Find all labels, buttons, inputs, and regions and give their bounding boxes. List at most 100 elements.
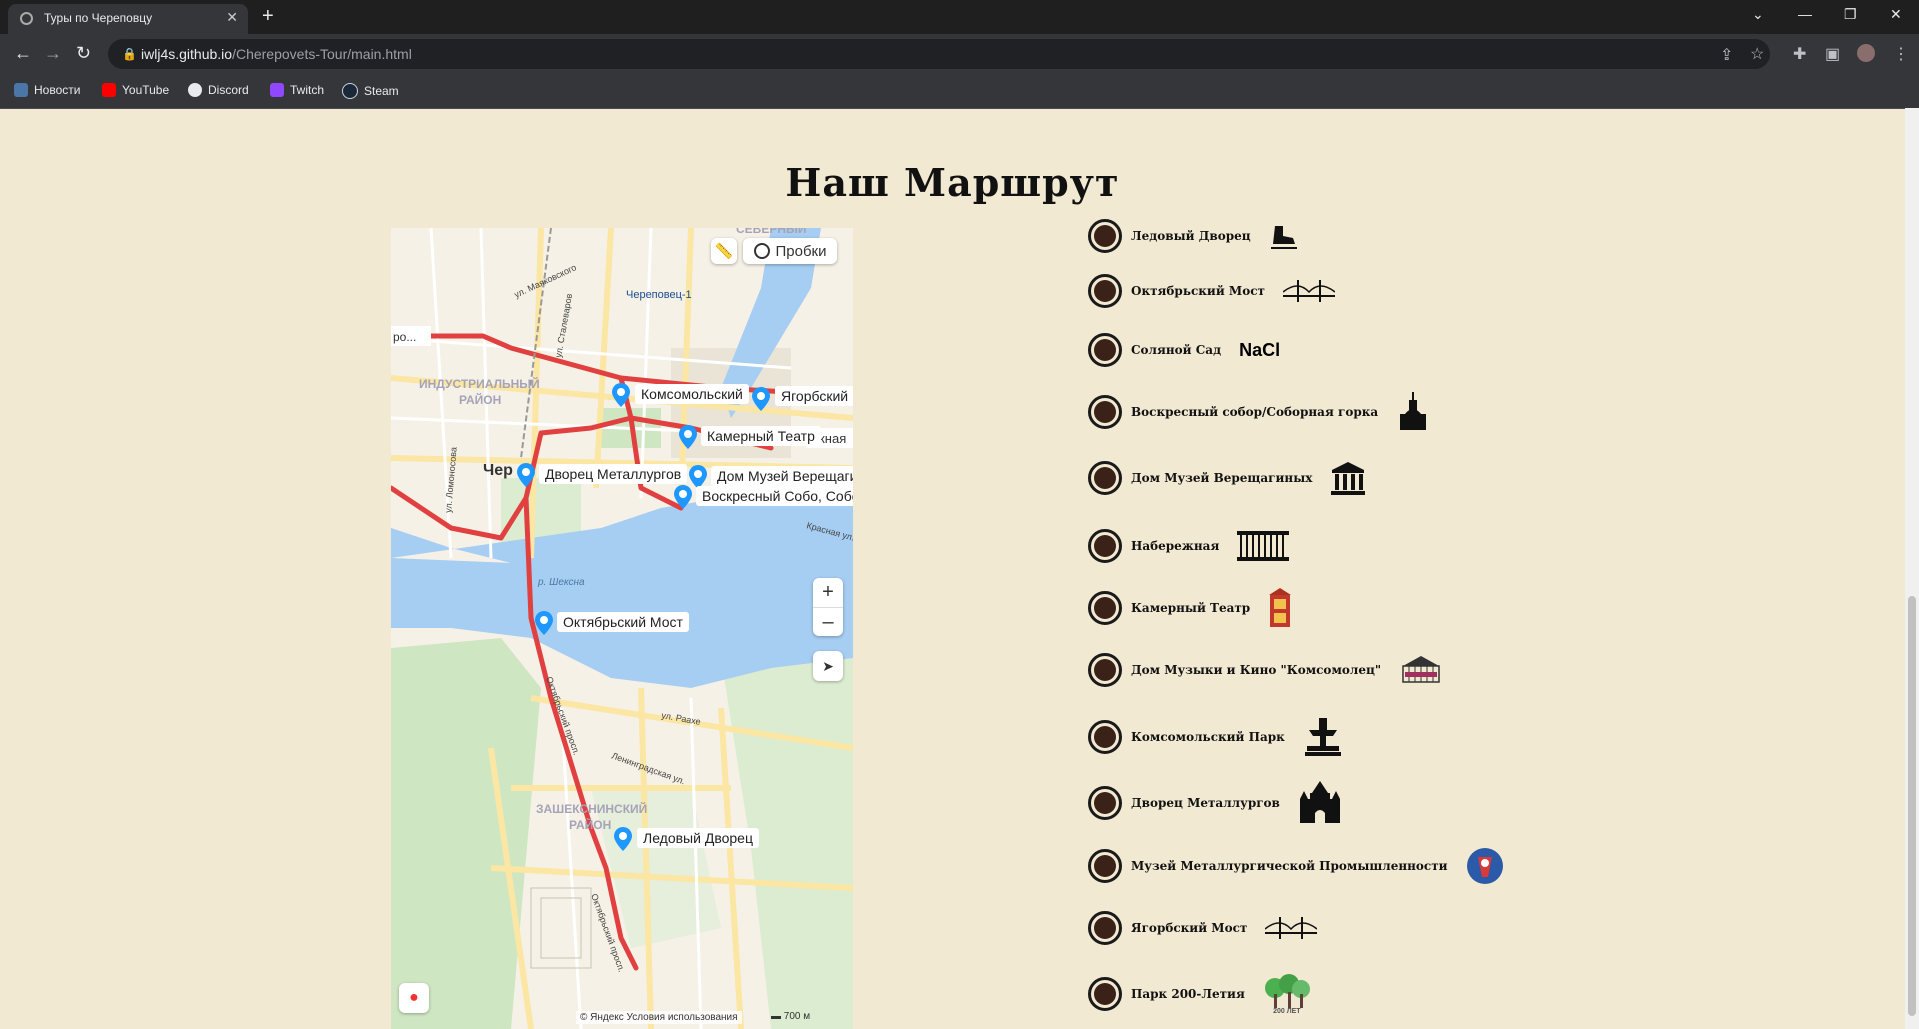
window-close-button[interactable]: ✕ — [1890, 6, 1902, 23]
map-pin[interactable] — [534, 610, 554, 636]
route-item[interactable]: Дом Музыки и Кино "Комсомолец" — [1088, 650, 1443, 690]
zoom-in-button[interactable]: + — [822, 578, 834, 607]
map-pin[interactable] — [751, 386, 771, 412]
bookmarks-bar: Новости YouTube Discord Twitch Steam — [0, 74, 1919, 109]
menu-icon[interactable]: ⋮ — [1893, 44, 1909, 64]
theater-icon — [1268, 587, 1292, 629]
map-place-label[interactable]: Дворец Металлургов — [539, 464, 688, 484]
navigation-arrow-icon: ➤ — [822, 657, 834, 674]
geolocation-button[interactable]: ➤ — [813, 651, 843, 681]
tab-close-icon[interactable]: ✕ — [226, 9, 238, 26]
bookmark-label: Новости — [34, 83, 81, 97]
discord-icon — [188, 83, 202, 97]
district-north: СЕВЕРНЫЙ — [736, 228, 806, 236]
map-pin[interactable] — [613, 826, 633, 852]
route-item-label: Камерный Театр — [1131, 601, 1251, 615]
route-marker[interactable] — [1088, 219, 1122, 253]
map-place-label[interactable]: Камерный Театр — [701, 426, 821, 446]
ruler-button[interactable]: 📏 — [711, 238, 737, 264]
page-scrollbar[interactable] — [1905, 108, 1919, 1029]
steam-icon — [342, 83, 358, 99]
side-panel-icon[interactable]: ▣ — [1825, 44, 1840, 64]
map-place-label[interactable]: Ягорбский М — [775, 386, 853, 406]
route-marker[interactable] — [1088, 720, 1122, 754]
route-item-label: Музей Металлургической Промышленности — [1131, 859, 1448, 873]
route-marker[interactable] — [1088, 977, 1122, 1011]
tab-title: Туры по Череповцу — [44, 11, 153, 25]
map-pin[interactable] — [516, 462, 536, 488]
route-item[interactable]: Ледовый Дворец — [1088, 216, 1299, 256]
map-pin[interactable] — [678, 424, 698, 450]
route-item[interactable]: Дворец Металлургов — [1088, 781, 1342, 823]
new-tab-button[interactable]: + — [262, 5, 274, 28]
back-button[interactable]: ← — [14, 44, 32, 62]
cut-off-previous-section — [120, 108, 1860, 120]
bookmark-label: Steam — [364, 84, 399, 98]
forward-button[interactable]: → — [44, 44, 62, 62]
route-marker[interactable] — [1088, 911, 1122, 945]
district-industrial: ИНДУСТРИАЛЬНЫЙ — [419, 376, 540, 391]
vk-icon — [14, 83, 28, 97]
route-marker[interactable] — [1088, 849, 1122, 883]
bridge-icon — [1265, 915, 1318, 941]
route-marker[interactable] — [1088, 786, 1122, 820]
map-copyright[interactable]: © Яндекс Условия использования — [576, 1011, 742, 1024]
globe-icon — [20, 12, 33, 25]
map-place-label[interactable]: Дом Музей Верещаги — [711, 466, 853, 486]
route-item[interactable]: Октябрьский Мост — [1088, 271, 1335, 311]
bookmark-star-icon[interactable]: ☆ — [1750, 44, 1764, 64]
twitch-icon — [270, 83, 284, 97]
zoom-control: + – — [813, 578, 843, 636]
yandex-maps-link[interactable]: ● — [399, 983, 429, 1013]
route-marker[interactable] — [1088, 274, 1122, 308]
extensions-icon[interactable]: ✚ — [1793, 44, 1806, 64]
map-pin[interactable] — [673, 484, 693, 510]
active-tab[interactable]: Туры по Череповцу ✕ — [8, 4, 248, 34]
route-marker[interactable] — [1088, 333, 1122, 367]
fountain-icon — [1303, 716, 1343, 758]
route-item[interactable]: Соляной Сад NaCl — [1088, 330, 1280, 370]
route-marker[interactable] — [1088, 395, 1122, 429]
city-label: Чер — [483, 462, 513, 479]
route-item[interactable]: Воскресный собор/Соборная горка — [1088, 392, 1430, 432]
address-bar[interactable]: 🔒 iwlj4s.github.io/Cherepovets-Tour/main… — [108, 39, 1770, 69]
route-item[interactable]: Набережная — [1088, 526, 1290, 566]
route-item-label: Дом Музыки и Кино "Комсомолец" — [1131, 663, 1382, 677]
bookmark-novosti[interactable]: Новости — [14, 83, 80, 97]
bookmark-steam[interactable]: Steam — [342, 83, 399, 99]
route-item[interactable]: Парк 200-Летия 200 ЛЕТ — [1088, 973, 1311, 1015]
restore-button[interactable]: ❐ — [1844, 6, 1857, 23]
yandex-map[interactable]: ИНДУСТРИАЛЬНЫЙ РАЙОН ЗАШЕКСНИНСКИЙ РАЙОН… — [391, 228, 853, 1029]
tab-search-icon[interactable]: ⌄ — [1752, 6, 1764, 23]
map-pin[interactable] — [611, 382, 631, 408]
minimize-button[interactable]: — — [1798, 6, 1812, 22]
cut-place-label: ро... — [393, 330, 416, 344]
map-marker-icon: ● — [409, 989, 419, 1006]
share-icon[interactable]: ⇪ — [1720, 45, 1733, 65]
bookmark-youtube[interactable]: YouTube — [102, 83, 169, 97]
route-item[interactable]: Камерный Театр — [1088, 588, 1292, 628]
scrollbar-thumb[interactable] — [1908, 596, 1916, 1016]
route-marker[interactable] — [1088, 529, 1122, 563]
reload-button[interactable]: ↻ — [76, 44, 91, 62]
route-marker[interactable] — [1088, 591, 1122, 625]
map-place-label[interactable]: Октябрьский Мост — [557, 612, 689, 632]
map-place-label[interactable]: Воскресный Собо, Собо — [696, 486, 853, 506]
route-item[interactable]: Комсомольский Парк — [1088, 717, 1343, 757]
route-item[interactable]: Ягорбский Мост — [1088, 908, 1318, 948]
route-marker[interactable] — [1088, 653, 1122, 687]
page-content: Наш Маршрут ИНДУСТРИАЛЬНЫЙ РАЙОН ЗАШЕКСН… — [0, 108, 1905, 1029]
map-place-label[interactable]: Комсомольский — [635, 384, 749, 404]
park-icon: 200 ЛЕТ — [1263, 973, 1311, 1015]
zoom-out-button[interactable]: – — [813, 606, 843, 637]
route-item[interactable]: Дом Музей Верещагиных — [1088, 458, 1366, 498]
route-marker[interactable] — [1088, 461, 1122, 495]
route-item-label: Дворец Металлургов — [1131, 796, 1280, 810]
bookmark-discord[interactable]: Discord — [188, 83, 249, 97]
map-place-label[interactable]: Ледовый Дворец — [637, 828, 759, 848]
route-item[interactable]: Музей Металлургической Промышленности — [1088, 846, 1504, 886]
bookmark-twitch[interactable]: Twitch — [270, 83, 324, 97]
scale-label: 700 м — [783, 1011, 811, 1022]
profile-avatar[interactable] — [1857, 44, 1875, 62]
traffic-button[interactable]: Пробки — [743, 238, 837, 264]
